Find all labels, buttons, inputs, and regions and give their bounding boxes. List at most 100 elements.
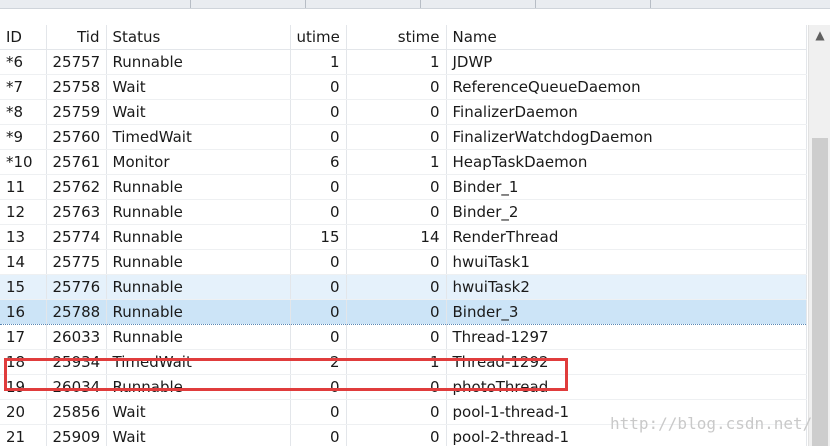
strip-divider [650, 0, 651, 8]
cell-id: 18 [0, 349, 47, 375]
cell-stime: 0 [346, 399, 447, 425]
threads-table-container: ID Tid Status utime stime Name *6 25757 Ru… [0, 25, 808, 446]
table-row[interactable]: 16 25788 Runnable 0 0 Binder_3 [0, 299, 807, 325]
cell-name: RenderThread [446, 224, 807, 250]
cell-status: Runnable [106, 299, 291, 325]
cell-utime: 0 [290, 299, 347, 325]
table-row[interactable]: 14 25775 Runnable 0 0 hwuiTask1 [0, 249, 807, 275]
cell-stime: 0 [346, 74, 447, 100]
cell-id: 20 [0, 399, 47, 425]
cell-status: Runnable [106, 274, 291, 300]
cell-name: FinalizerWatchdogDaemon [446, 124, 807, 150]
cell-name: FinalizerDaemon [446, 99, 807, 125]
table-row[interactable]: 17 26033 Runnable 0 0 Thread-1297 [0, 324, 807, 350]
column-header-utime[interactable]: utime [290, 25, 347, 50]
cell-id: *7 [0, 74, 47, 100]
table-header-row: ID Tid Status utime stime Name [0, 25, 807, 50]
cell-stime: 1 [346, 149, 447, 175]
cell-id: 21 [0, 424, 47, 446]
cell-tid: 25760 [46, 124, 107, 150]
cell-tid: 25762 [46, 174, 107, 200]
table-row[interactable]: *10 25761 Monitor 6 1 HeapTaskDaemon [0, 149, 807, 175]
cell-status: Runnable [106, 249, 291, 275]
cell-stime: 0 [346, 124, 447, 150]
strip-divider [535, 0, 536, 8]
column-header-name[interactable]: Name [446, 25, 807, 50]
strip-divider [190, 0, 191, 8]
top-toolbar-strip [0, 0, 830, 9]
cell-id: 13 [0, 224, 47, 250]
cell-name: hwuiTask2 [446, 274, 807, 300]
cell-utime: 6 [290, 149, 347, 175]
cell-name: Thread-1292 [446, 349, 807, 375]
cell-stime: 0 [346, 249, 447, 275]
vertical-scrollbar[interactable]: ▲ [808, 25, 830, 446]
table-row[interactable]: 19 26034 Runnable 0 0 photoThread [0, 374, 807, 400]
table-row[interactable]: *8 25759 Wait 0 0 FinalizerDaemon [0, 99, 807, 125]
table-row[interactable]: *7 25758 Wait 0 0 ReferenceQueueDaemon [0, 74, 807, 100]
cell-name: Binder_1 [446, 174, 807, 200]
cell-stime: 0 [346, 374, 447, 400]
cell-tid: 25934 [46, 349, 107, 375]
cell-status: Wait [106, 99, 291, 125]
table-row[interactable]: *6 25757 Runnable 1 1 JDWP [0, 49, 807, 75]
strip-divider [305, 0, 306, 8]
column-header-id[interactable]: ID [0, 25, 47, 50]
cell-status: TimedWait [106, 124, 291, 150]
cell-status: Wait [106, 74, 291, 100]
cell-id: 15 [0, 274, 47, 300]
cell-status: TimedWait [106, 349, 291, 375]
cell-status: Runnable [106, 324, 291, 350]
cell-utime: 0 [290, 374, 347, 400]
table-row[interactable]: 21 25909 Wait 0 0 pool-2-thread-1 [0, 424, 807, 446]
cell-name: HeapTaskDaemon [446, 149, 807, 175]
cell-name: Binder_2 [446, 199, 807, 225]
cell-stime: 0 [346, 174, 447, 200]
strip-divider [420, 0, 421, 8]
cell-utime: 0 [290, 324, 347, 350]
cell-stime: 0 [346, 324, 447, 350]
cell-utime: 0 [290, 424, 347, 446]
scrollbar-thumb[interactable] [812, 138, 828, 446]
cell-name: Binder_3 [446, 299, 807, 325]
column-header-status[interactable]: Status [106, 25, 291, 50]
cell-name: ReferenceQueueDaemon [446, 74, 807, 100]
cell-utime: 0 [290, 274, 347, 300]
cell-utime: 0 [290, 199, 347, 225]
cell-status: Runnable [106, 174, 291, 200]
cell-id: 12 [0, 199, 47, 225]
cell-utime: 15 [290, 224, 347, 250]
cell-tid: 25758 [46, 74, 107, 100]
table-row[interactable]: 15 25776 Runnable 0 0 hwuiTask2 [0, 274, 807, 300]
scroll-up-arrow-icon[interactable]: ▲ [809, 25, 830, 45]
cell-id: *8 [0, 99, 47, 125]
table-row[interactable]: *9 25760 TimedWait 0 0 FinalizerWatchdogDaemo… [0, 124, 807, 150]
cell-utime: 0 [290, 399, 347, 425]
cell-tid: 25757 [46, 49, 107, 75]
cell-name: photoThread [446, 374, 807, 400]
column-header-stime[interactable]: stime [346, 25, 447, 50]
cell-tid: 25761 [46, 149, 107, 175]
cell-utime: 0 [290, 249, 347, 275]
table-row[interactable]: 20 25856 Wait 0 0 pool-1-thread-1 [0, 399, 807, 425]
table-row[interactable]: 12 25763 Runnable 0 0 Binder_2 [0, 199, 807, 225]
cell-name: JDWP [446, 49, 807, 75]
cell-stime: 0 [346, 99, 447, 125]
cell-status: Runnable [106, 224, 291, 250]
cell-utime: 0 [290, 99, 347, 125]
cell-id: *6 [0, 49, 47, 75]
cell-stime: 0 [346, 274, 447, 300]
table-row[interactable]: 11 25762 Runnable 0 0 Binder_1 [0, 174, 807, 200]
cell-name: Thread-1297 [446, 324, 807, 350]
cell-status: Runnable [106, 374, 291, 400]
cell-id: 16 [0, 299, 47, 325]
cell-stime: 0 [346, 299, 447, 325]
cell-status: Wait [106, 424, 291, 446]
table-row[interactable]: 13 25774 Runnable 15 14 RenderThread [0, 224, 807, 250]
cell-tid: 25909 [46, 424, 107, 446]
cell-id: *10 [0, 149, 47, 175]
cell-id: 19 [0, 374, 47, 400]
table-row[interactable]: 18 25934 TimedWait 2 1 Thread-1292 [0, 349, 807, 375]
column-header-tid[interactable]: Tid [46, 25, 107, 50]
cell-stime: 0 [346, 199, 447, 225]
